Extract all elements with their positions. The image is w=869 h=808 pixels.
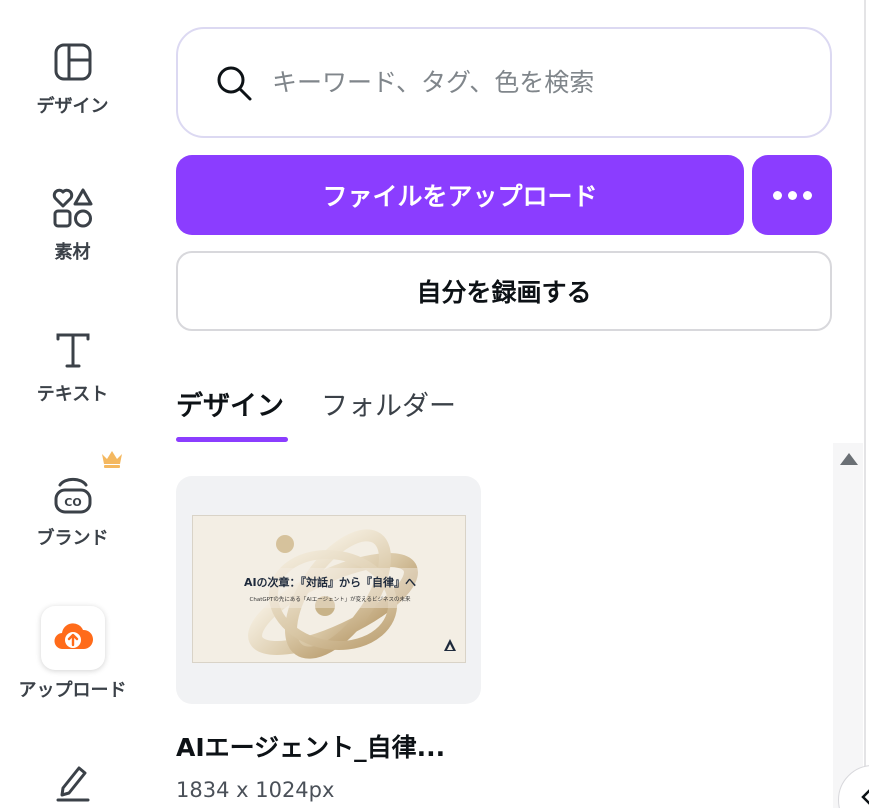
rail-item-design[interactable]: デザイン bbox=[0, 40, 145, 118]
design-thumbnail: AIの次章：『対話』から『自律』へ ChatGPTの先にある「AIエージェント」… bbox=[192, 515, 466, 663]
search-bar[interactable] bbox=[176, 27, 832, 138]
draw-icon bbox=[51, 760, 95, 804]
rail-item-label: ブランド bbox=[36, 528, 109, 549]
more-horizontal-icon bbox=[772, 190, 782, 200]
layout-icon bbox=[51, 40, 95, 84]
panel-divider bbox=[864, 0, 866, 808]
rail-item-label: 素材 bbox=[54, 242, 91, 263]
rail-item-label: デザイン bbox=[36, 96, 109, 117]
design-dimensions: 1834 x 1024px bbox=[176, 778, 335, 802]
active-tab-indicator bbox=[176, 437, 288, 442]
crown-icon bbox=[100, 448, 124, 472]
tab-folders[interactable]: フォルダー bbox=[321, 384, 456, 423]
rail-item-uploads[interactable]: アップロード bbox=[0, 606, 145, 702]
upload-file-button[interactable]: ファイルをアップロード bbox=[176, 155, 744, 235]
design-title[interactable]: AIエージェント_自律... bbox=[176, 728, 445, 764]
record-yourself-button[interactable]: 自分を録画する bbox=[176, 251, 832, 331]
rail-item-label: アップロード bbox=[18, 680, 127, 701]
brand-icon: CO bbox=[51, 472, 95, 516]
tab-designs[interactable]: デザイン bbox=[176, 384, 284, 423]
svg-text:CO: CO bbox=[64, 496, 81, 509]
rail-item-text[interactable]: テキスト bbox=[0, 328, 145, 406]
thumbnail-subtitle: ChatGPTの先にある「AIエージェント」が変えるビジネスの未来 bbox=[249, 597, 411, 603]
chevron-left-icon bbox=[859, 788, 869, 808]
scroll-up-arrow-icon[interactable] bbox=[840, 453, 858, 465]
rail-item-label: テキスト bbox=[36, 384, 109, 405]
upload-cloud-icon bbox=[40, 606, 105, 670]
design-card[interactable]: AIの次章：『対話』から『自律』へ ChatGPTの先にある「AIエージェント」… bbox=[176, 476, 481, 704]
search-icon bbox=[212, 61, 256, 105]
text-icon bbox=[51, 328, 95, 372]
search-input[interactable] bbox=[272, 68, 792, 97]
rail-item-brand[interactable]: CO ブランド bbox=[0, 472, 145, 550]
rail-item-draw[interactable] bbox=[0, 760, 145, 804]
rail-item-elements[interactable]: 素材 bbox=[0, 186, 145, 264]
elements-icon bbox=[51, 186, 95, 230]
thumbnail-title: AIの次章：『対話』から『自律』へ bbox=[243, 576, 417, 589]
brand-logo-icon bbox=[443, 637, 457, 656]
left-rail: デザイン 素材 テキスト CO ブランド アップロード bbox=[0, 0, 145, 808]
scrollbar[interactable] bbox=[833, 443, 863, 808]
more-options-button[interactable] bbox=[752, 155, 832, 235]
